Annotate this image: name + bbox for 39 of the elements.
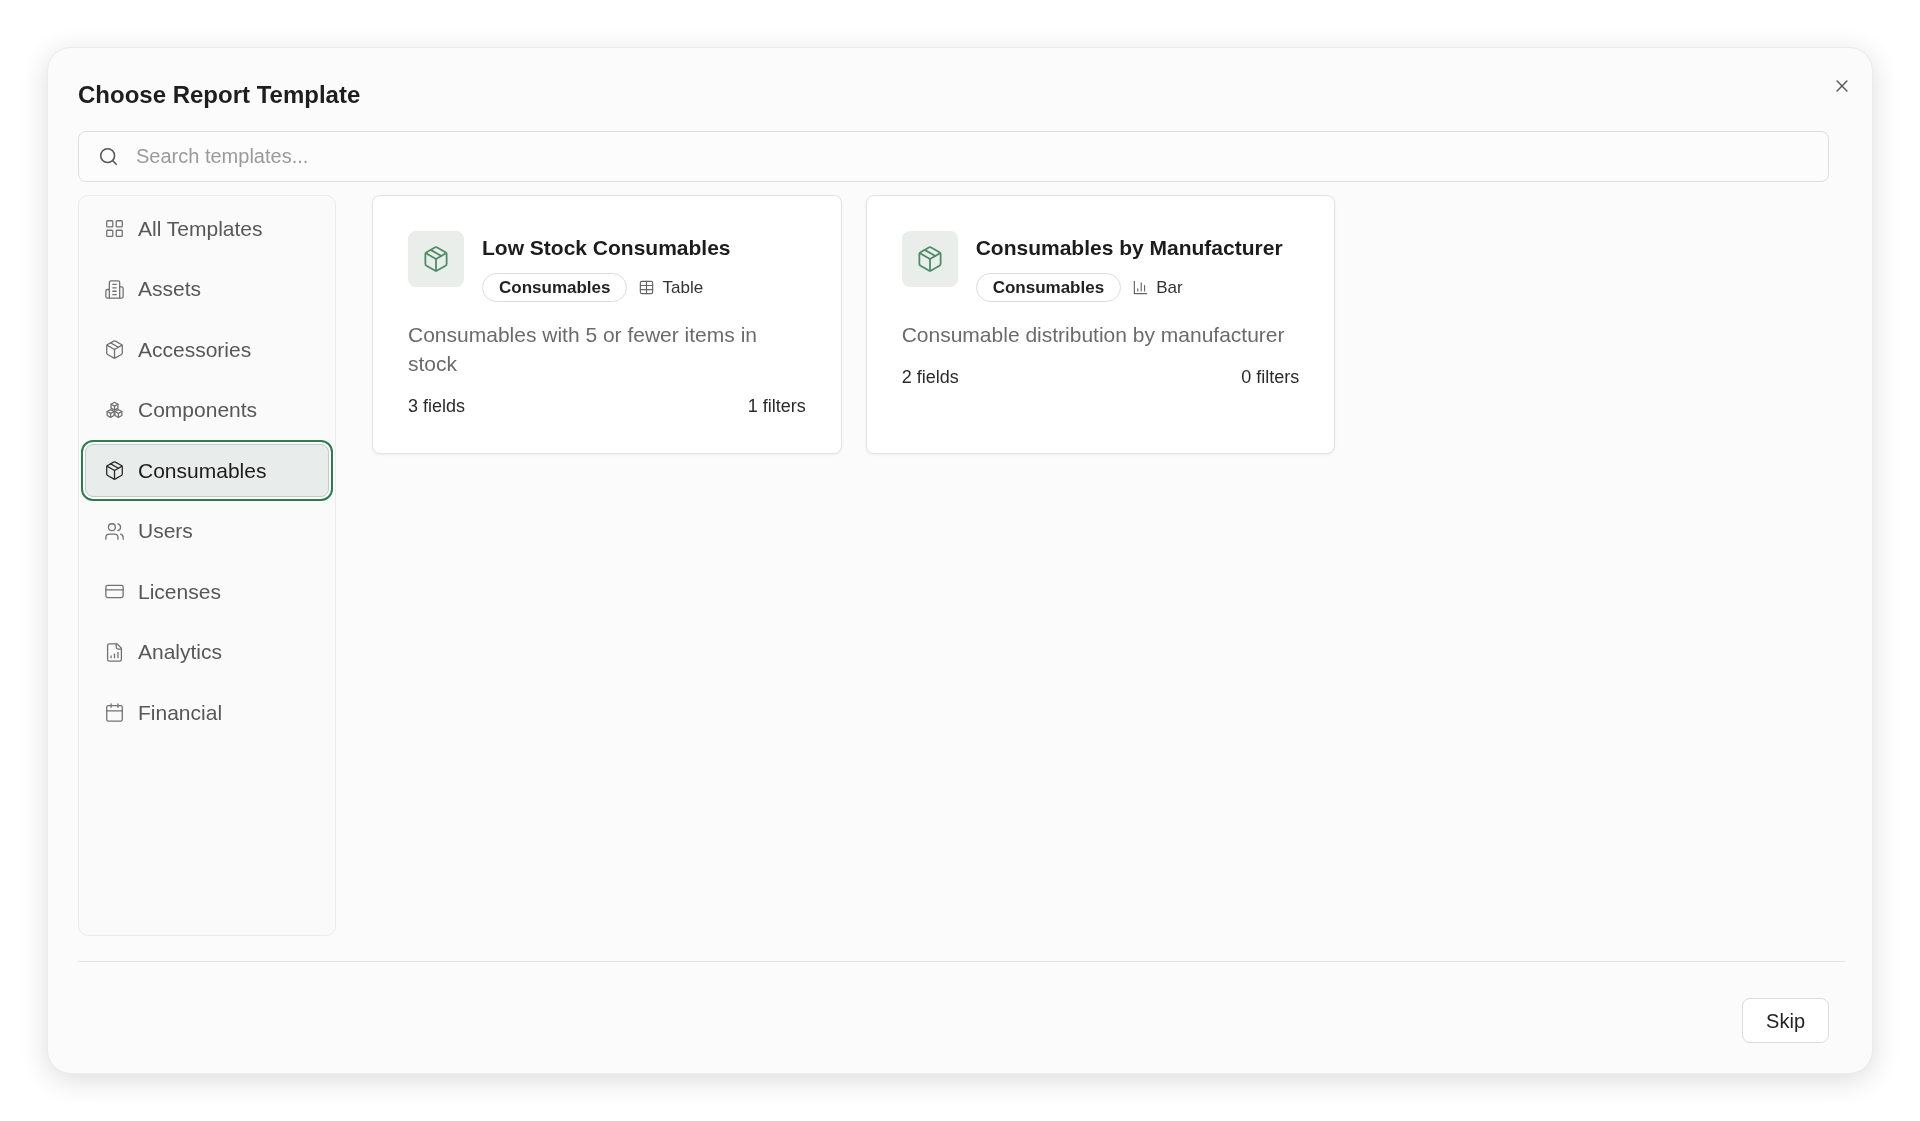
grid-icon bbox=[105, 219, 124, 238]
box-icon bbox=[901, 231, 958, 287]
sidebar-item[interactable]: Financial bbox=[85, 686, 329, 739]
calendar-icon bbox=[105, 703, 124, 722]
chart-type-label: Table bbox=[662, 276, 704, 299]
box-icon bbox=[105, 340, 124, 359]
search-icon bbox=[99, 147, 118, 166]
box-icon bbox=[105, 461, 124, 480]
category-badge: Consumables bbox=[482, 273, 628, 302]
sidebar-item[interactable]: Users bbox=[85, 504, 329, 558]
sidebar-item[interactable]: Assets bbox=[85, 262, 329, 316]
search-field[interactable]: Search templates... bbox=[78, 131, 1829, 182]
skip-button[interactable]: Skip bbox=[1742, 998, 1829, 1043]
filter-count: 1 filters bbox=[747, 395, 806, 418]
sidebar-item[interactable]: Components bbox=[85, 383, 329, 437]
cubes-icon bbox=[105, 400, 124, 420]
template-card[interactable]: Low Stock Consumables Consumables Table Consumables with 5 or fewer items in stock 3 fields 1 filters bbox=[372, 195, 842, 454]
table-icon bbox=[639, 280, 655, 295]
box-icon bbox=[408, 231, 464, 287]
users-icon bbox=[105, 521, 124, 541]
card-icon bbox=[105, 582, 124, 601]
template-description: Consumable distribution by manufacturer bbox=[901, 322, 1286, 348]
chart-type-label: Bar bbox=[1156, 276, 1183, 299]
field-count: 2 fields bbox=[901, 366, 959, 389]
template-title: Low Stock Consumables bbox=[482, 235, 732, 261]
template-title: Consumables by Manufacturer bbox=[975, 235, 1284, 261]
sidebar-item[interactable]: Licenses bbox=[85, 565, 329, 618]
building-icon bbox=[105, 279, 124, 299]
category-badge: Consumables bbox=[975, 273, 1122, 302]
sidebar-item[interactable]: Analytics bbox=[85, 625, 329, 679]
filter-count: 0 filters bbox=[1241, 366, 1300, 389]
field-count: 3 fields bbox=[408, 395, 466, 418]
template-card[interactable]: Consumables by Manufacturer Consumables Bar Consumable distribution by manufacturer 2 fields 0 filters bbox=[865, 195, 1336, 454]
dialog-title: Choose Report Template bbox=[78, 80, 361, 110]
bar-chart-icon bbox=[1133, 280, 1149, 295]
sidebar-item[interactable]: All Templates bbox=[85, 202, 329, 255]
sidebar-item[interactable]: Accessories bbox=[85, 323, 329, 376]
template-description: Consumables with 5 or fewer items in stock bbox=[408, 322, 758, 377]
chart-document-icon bbox=[105, 642, 124, 662]
